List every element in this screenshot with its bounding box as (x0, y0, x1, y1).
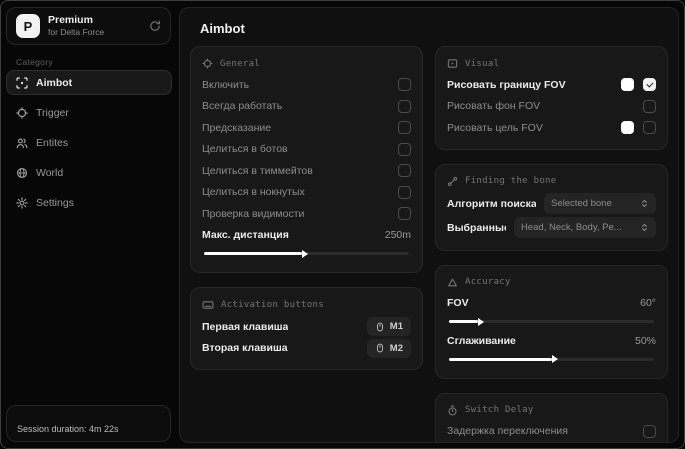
panel-accuracy: Accuracy FOV 60° Сглаживание 50% (435, 264, 668, 379)
fov-slider[interactable] (449, 320, 654, 323)
checkbox[interactable] (398, 99, 411, 113)
color-swatch[interactable] (621, 121, 634, 135)
session-duration: Session duration: 4m 22s (6, 405, 171, 442)
switch-delay-slider-row: Задержка переключения (мс) 1000 ms (447, 442, 656, 443)
setting-row: Целиться в нокнутых (202, 182, 411, 204)
setting-row: Всегда работать (202, 96, 411, 118)
brand-card: P Premium for Delta Force (6, 7, 171, 45)
setting-row: Предсказание (202, 117, 411, 139)
keybind-button-m2[interactable]: M2 (366, 338, 411, 358)
checkbox[interactable] (398, 78, 411, 92)
max-distance-value: 250m (384, 229, 411, 242)
world-globe-icon (16, 167, 28, 179)
timer-icon (447, 405, 458, 416)
sidebar-item-label: Entites (36, 136, 69, 149)
sidebar-nav: Aimbot Trigger Entites World Settings (6, 70, 172, 215)
selected-bones-row: Выбранные кос Head, Neck, Body, Pe... (447, 216, 656, 240)
category-label: Category (16, 57, 53, 67)
checkbox[interactable] (398, 164, 411, 178)
setting-row: Включить (202, 74, 411, 96)
mouse-icon (375, 322, 385, 332)
bone-algorithm-row: Алгоритм поиска кост Selected bone (447, 192, 656, 216)
panel-visual-header: Visual (447, 58, 656, 69)
panel-activation-buttons: Activation buttons Первая клавиша M1 Вто… (190, 287, 423, 370)
app-window: P Premium for Delta Force Category Aimbo… (0, 0, 685, 449)
refresh-icon[interactable] (149, 20, 161, 32)
main-content: Aimbot General Включить Всегда работать … (179, 7, 679, 443)
checkbox[interactable] (643, 78, 656, 92)
panel-finding-bone: Finding the bone Алгоритм поиска кост Se… (435, 163, 668, 251)
smoothing-slider[interactable] (449, 357, 654, 361)
entities-users-icon (16, 137, 28, 149)
sidebar-item-world[interactable]: World (6, 160, 172, 185)
panel-switch-delay: Switch Delay Задержка переключения Задер… (435, 392, 668, 443)
smoothing-slider-row: Сглаживание 50% (447, 334, 656, 347)
sidebar-item-label: Aimbot (36, 76, 73, 89)
sidebar-item-label: Settings (36, 196, 74, 209)
session-duration-text: Session duration: 4m 22s (17, 424, 119, 434)
aimbot-scan-icon (16, 76, 28, 89)
visual-row-fov-border: Рисовать границу FOV (447, 74, 656, 96)
keybind-row-primary: Первая клавиша M1 (202, 316, 411, 338)
switch-delay-toggle-row: Задержка переключения (447, 421, 656, 443)
checkbox[interactable] (643, 424, 656, 438)
setting-row: Проверка видимости (202, 203, 411, 225)
panel-activation-header: Activation buttons (202, 299, 411, 311)
visual-row-fov-background: Рисовать фон FOV (447, 96, 656, 118)
sidebar-item-trigger[interactable]: Trigger (6, 100, 172, 125)
frame-icon (447, 58, 458, 69)
chevrons-up-down-icon (640, 199, 649, 208)
max-distance-slider[interactable] (204, 252, 409, 255)
page-title: Aimbot (200, 21, 245, 36)
sidebar-item-aimbot[interactable]: Aimbot (6, 70, 172, 95)
slider-row-max-distance: Макс. дистанция 250m (202, 229, 411, 242)
checkbox[interactable] (398, 207, 411, 221)
brand-text: Premium for Delta Force (48, 14, 104, 38)
triangle-icon (447, 277, 458, 288)
panel-accuracy-header: Accuracy (447, 277, 656, 288)
bone-icon (447, 176, 458, 187)
checkbox[interactable] (643, 121, 656, 135)
checkbox[interactable] (643, 99, 656, 113)
bone-algorithm-select[interactable]: Selected bone (544, 193, 656, 214)
fov-value: 60° (640, 297, 656, 310)
keybind-button-m1[interactable]: M1 (366, 317, 411, 337)
selected-bones-select[interactable]: Head, Neck, Body, Pe... (514, 217, 656, 238)
visual-row-fov-target: Рисовать цель FOV (447, 117, 656, 139)
trigger-crosshair-icon (16, 106, 28, 119)
setting-row: Целиться в тиммейтов (202, 160, 411, 182)
sidebar-item-label: Trigger (36, 106, 69, 119)
brand-subtitle: for Delta Force (48, 27, 105, 38)
sidebar-item-label: World (36, 166, 64, 179)
checkbox[interactable] (398, 121, 411, 135)
setting-row: Целиться в ботов (202, 139, 411, 161)
panel-general-header: General (202, 58, 411, 69)
chevrons-up-down-icon (640, 223, 649, 232)
brand-logo: P (16, 14, 40, 38)
fov-slider-row: FOV 60° (447, 297, 656, 310)
panel-visual: Visual Рисовать границу FOV Рисовать фон… (435, 46, 668, 150)
keyboard-icon (202, 299, 214, 311)
checkbox[interactable] (398, 142, 411, 156)
panel-switch-delay-header: Switch Delay (447, 405, 656, 416)
color-swatch[interactable] (621, 78, 634, 92)
panel-bone-header: Finding the bone (447, 176, 656, 187)
smoothing-value: 50% (634, 334, 656, 347)
checkbox[interactable] (398, 185, 411, 199)
brand-title: Premium (48, 14, 93, 27)
sidebar: P Premium for Delta Force Category Aimbo… (1, 1, 178, 448)
sidebar-item-entites[interactable]: Entites (6, 130, 172, 155)
settings-gear-icon (16, 196, 28, 209)
keybind-row-secondary: Вторая клавиша M2 (202, 338, 411, 360)
panel-general: General Включить Всегда работать Предска… (190, 46, 423, 273)
sidebar-item-settings[interactable]: Settings (6, 190, 172, 215)
mouse-icon (375, 343, 385, 353)
crosshair-icon (202, 58, 213, 69)
